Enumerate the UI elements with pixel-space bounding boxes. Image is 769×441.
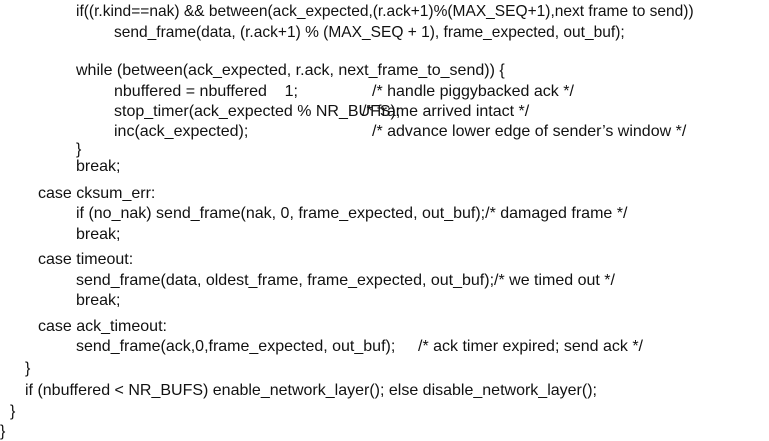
code-line: } <box>25 360 31 377</box>
code-line: } <box>0 423 6 440</box>
code-line: if (no_nak) send_frame(nak, 0, frame_exp… <box>76 205 628 222</box>
code-line: nbuffered = nbuffered 1; <box>114 83 298 100</box>
code-line: send_frame(ack,0,frame_expected, out_buf… <box>76 338 396 355</box>
code-line: if (nbuffered < NR_BUFS) enable_network_… <box>25 382 597 399</box>
code-listing: if((r.kind==nak) && between(ack_expected… <box>0 0 769 441</box>
code-line: send_frame(data, (r.ack+1) % (MAX_SEQ + … <box>114 24 625 41</box>
code-line: while (between(ack_expected, r.ack, next… <box>76 62 505 79</box>
code-line: stop_timer(ack_expected % NR_BUFS); <box>114 103 401 120</box>
code-line: } <box>76 141 82 158</box>
code-line: case cksum_err: <box>38 185 156 202</box>
code-line: break; <box>76 226 121 243</box>
code-line: break; <box>76 292 121 309</box>
code-line: case ack_timeout: <box>38 318 167 335</box>
code-line: if((r.kind==nak) && between(ack_expected… <box>76 3 694 20</box>
code-line: send_frame(data, oldest_frame, frame_exp… <box>76 272 615 289</box>
code-line: inc(ack_expected); <box>114 123 249 140</box>
code-line: case timeout: <box>38 251 134 268</box>
code-comment: /* handle piggybacked ack */ <box>372 83 574 100</box>
code-line: } <box>10 403 16 420</box>
code-line: break; <box>76 158 121 175</box>
code-comment: /* frame arrived intact */ <box>362 103 530 120</box>
code-comment: /* advance lower edge of sender’s window… <box>372 123 687 140</box>
code-comment: /* ack timer expired; send ack */ <box>418 338 643 355</box>
